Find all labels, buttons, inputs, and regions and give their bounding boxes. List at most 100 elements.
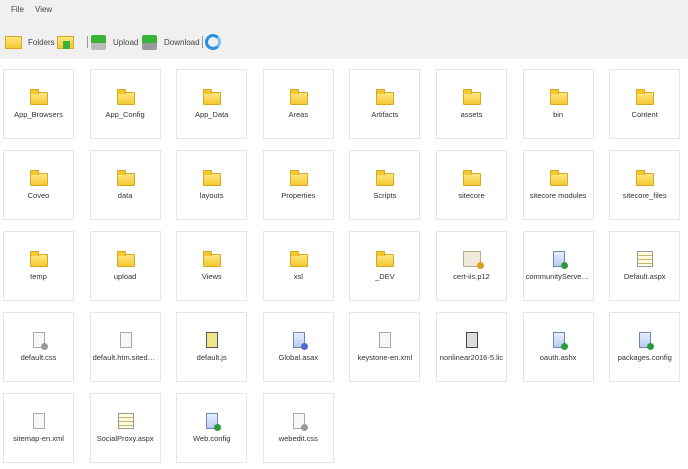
folder-icon [116,251,135,267]
folder-item[interactable]: data [89,150,161,220]
item-name: temp [30,272,47,281]
folder-icon [549,89,568,105]
item-name: oauth.ashx [539,353,577,362]
item-name: keystone-en.xml [357,353,413,362]
file-item[interactable]: Global.asax [262,312,334,382]
item-name: communityServer_... [525,272,591,281]
folder-icon [289,170,308,186]
folder-item[interactable]: sitecore [436,150,507,220]
item-name: Coveo [27,191,50,200]
item-name: _DEV [375,272,395,281]
css-icon [33,332,48,350]
blank-icon [379,332,392,348]
folder-icon [203,170,222,186]
download-label: Download [164,37,200,47]
folder-item[interactable]: Content [609,69,681,139]
item-name: Views [201,272,222,281]
toolbar-area: File View Folders Upload Download [0,0,688,59]
new-folder-button[interactable] [57,33,74,51]
item-name: SocialProxy.aspx [96,434,154,443]
file-item[interactable]: default.css [3,312,74,382]
folder-icon [376,251,395,267]
upload-icon [91,34,106,50]
folder-icon [376,170,395,186]
file-item[interactable]: oauth.ashx [522,312,594,382]
folder-icon [549,170,568,186]
item-name: sitecore modules [529,191,587,200]
folder-icon [376,89,395,105]
certificate-icon [463,251,484,269]
folder-item[interactable]: App_Browsers [3,69,74,139]
folder-icon [463,89,481,105]
folder-item[interactable]: App_Data [176,69,248,139]
folders-icon [5,35,22,49]
folder-item[interactable]: Properties [262,150,334,220]
folder-item[interactable]: xsl [262,231,334,301]
folder-item[interactable]: Views [176,231,248,301]
item-name: sitecore_files [622,191,667,200]
refresh-button[interactable] [205,33,221,51]
file-item[interactable]: communityServer_... [522,231,594,301]
item-name: cert-iis.p12 [453,272,490,281]
folder-item[interactable]: upload [89,231,161,301]
file-item[interactable]: keystone-en.xml [349,312,421,382]
folder-item[interactable]: Scripts [349,150,421,220]
item-name: default.htm.sitedown [92,353,158,362]
file-item[interactable]: nonlinear2016-5.lic [436,312,507,382]
folder-item[interactable]: _DEV [349,231,421,301]
config-icon [206,413,222,431]
download-icon [142,34,157,50]
file-item[interactable]: Web.config [176,393,248,463]
upload-button[interactable]: Upload [91,33,138,51]
folder-icon [203,251,222,267]
file-item[interactable]: default.js [176,312,248,382]
aspx-icon [637,251,654,267]
folder-item[interactable]: assets [436,69,507,139]
item-name: default.css [20,353,57,362]
item-name: assets [460,110,483,119]
file-item[interactable]: sitemap-en.xml [3,393,74,463]
file-item[interactable]: Default.aspx [609,231,681,301]
aspx-icon [117,413,134,429]
folder-item[interactable]: Coveo [3,150,74,220]
new-folder-icon [57,35,74,49]
item-name: nonlinear2016-5.lic [439,353,504,362]
folder-item[interactable]: sitecore_files [609,150,681,220]
folder-item[interactable]: temp [3,231,74,301]
folder-icon [289,89,308,105]
item-name: webedit.css [278,434,318,443]
file-item[interactable]: default.htm.sitedown [89,312,161,382]
folder-item[interactable]: Areas [262,69,334,139]
blank-icon [33,413,45,429]
item-name: App_Data [195,110,229,119]
upload-label: Upload [113,37,139,47]
file-item[interactable]: webedit.css [262,393,334,463]
item-name: App_Browsers [14,110,63,119]
folder-item[interactable]: sitecore modules [522,150,594,220]
text-icon [466,332,478,348]
blank-icon [119,332,132,348]
folder-icon [203,89,222,105]
folders-button[interactable]: Folders [5,33,55,51]
download-button[interactable]: Download [142,33,200,51]
menu-file[interactable]: File [11,5,24,14]
menu-view[interactable]: View [35,5,52,14]
refresh-icon [205,34,221,50]
folder-icon [116,89,135,105]
folder-item[interactable]: bin [522,69,594,139]
folder-item[interactable]: Artifacts [349,69,421,139]
folder-icon [30,251,48,267]
item-name: packages.config [617,353,672,362]
asax-icon [292,332,308,350]
folder-item[interactable]: App_Config [89,69,161,139]
file-item[interactable]: packages.config [609,312,681,382]
item-name: layouts [199,191,224,200]
file-item[interactable]: cert-iis.p12 [436,231,507,301]
item-name: Properties [281,191,316,200]
folder-item[interactable]: layouts [176,150,248,220]
folder-icon [116,170,135,186]
item-name: Content [631,110,658,119]
item-name: sitecore [458,191,485,200]
item-name: Artifacts [371,110,399,119]
file-item[interactable]: SocialProxy.aspx [89,393,161,463]
